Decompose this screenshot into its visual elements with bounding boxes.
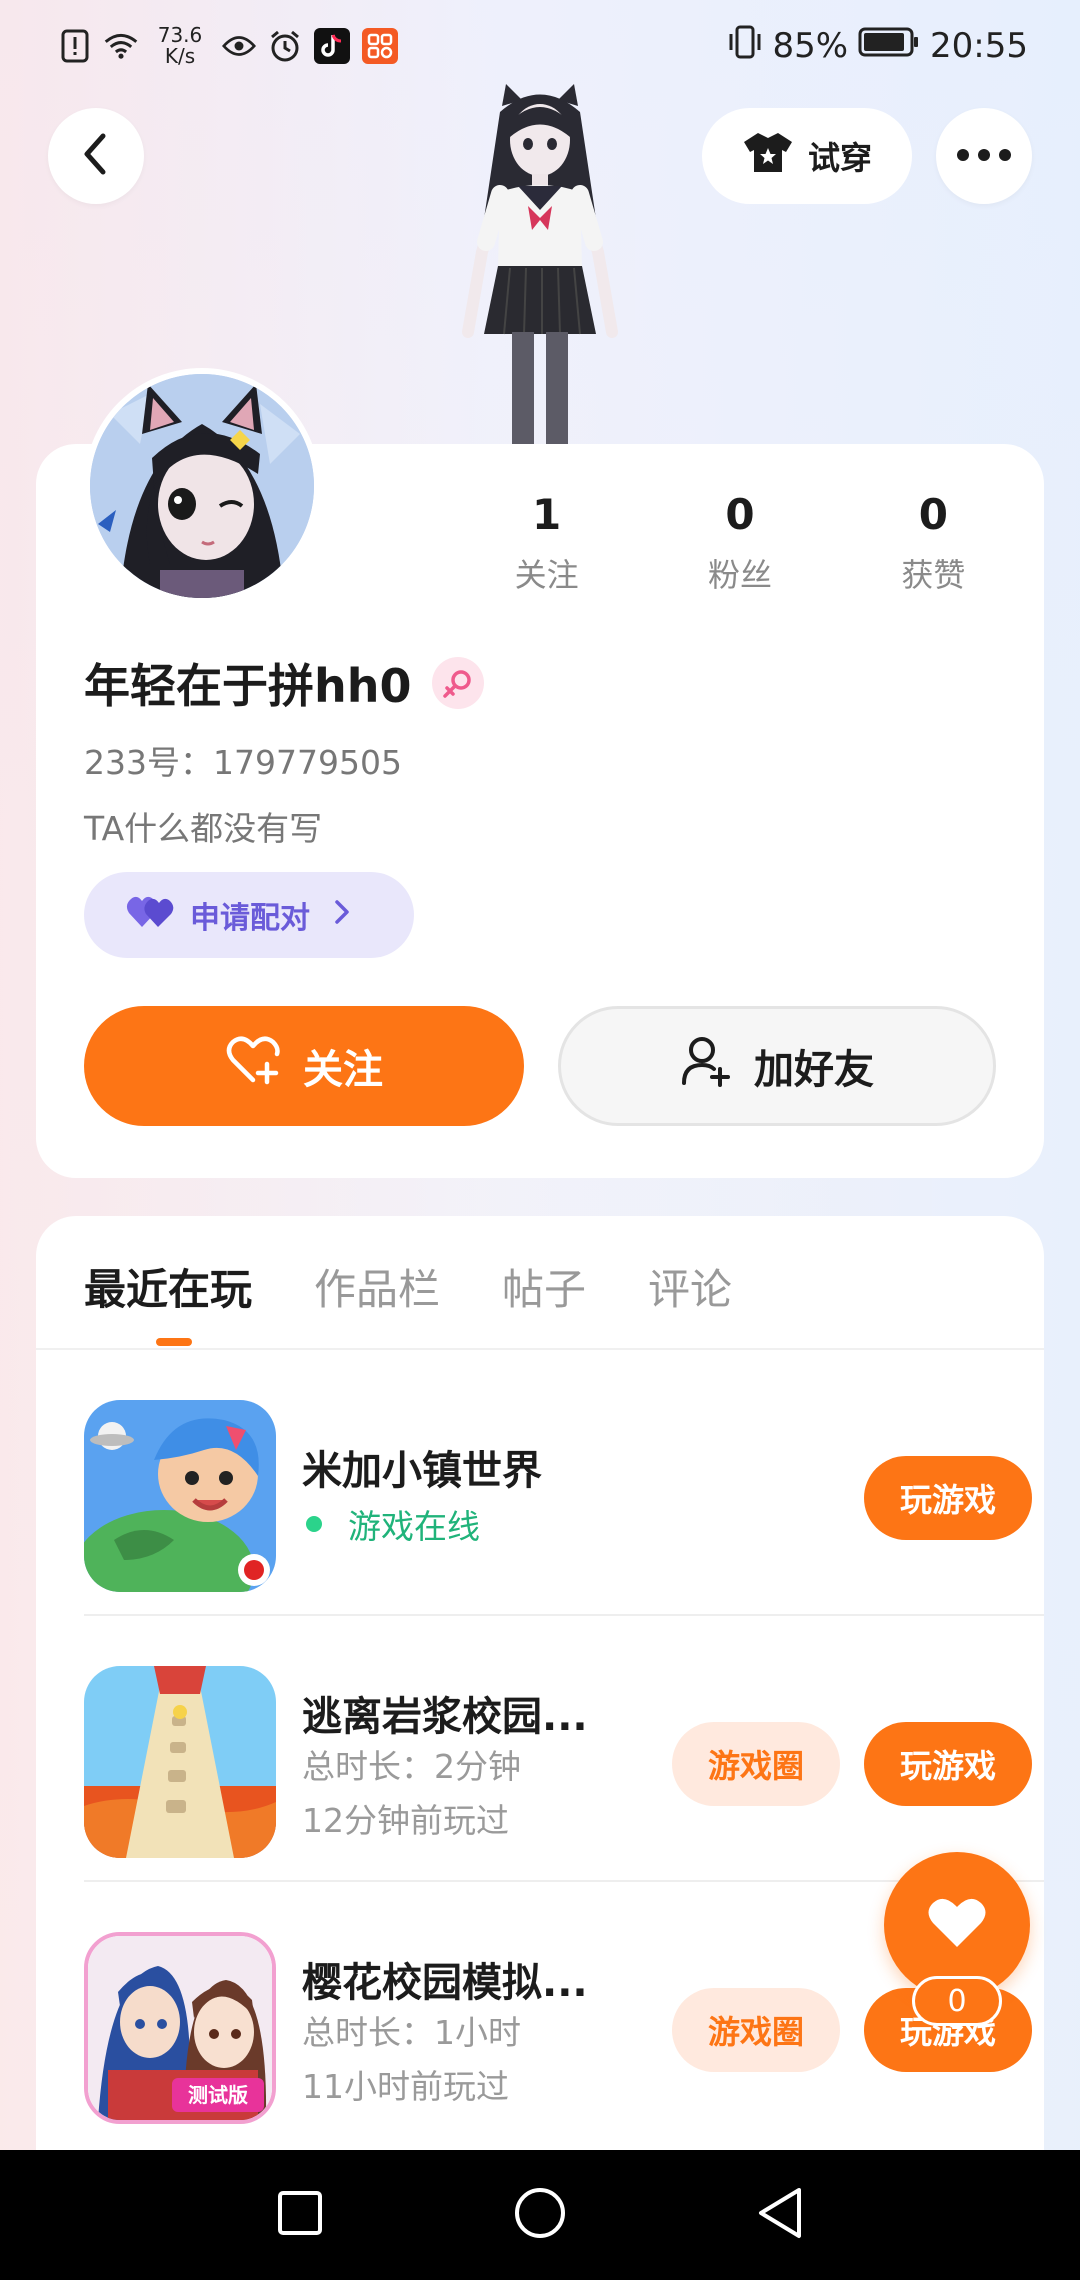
more-dots-icon [956,147,1012,166]
play-game-button[interactable]: 玩游戏 [864,1722,1032,1806]
user-id: 233号：179779505 [84,743,402,782]
like-count-badge: 0 [912,1976,1002,2026]
alert-icon [58,29,92,63]
last-played: 11小时前玩过 [302,2067,509,2106]
username-row: 年轻在于拼hh0 [84,650,484,716]
play-game-button[interactable]: 玩游戏 [864,1456,1032,1540]
status-bar: 73.6 K/s 85% 20:55 [0,0,1080,92]
game-icon[interactable]: 测试版 [84,1932,276,2124]
stat-value: 0 [918,490,948,539]
stat-following[interactable]: 1 关注 [450,490,643,596]
play-duration: 总时长：2分钟 [302,1747,521,1786]
stat-label: 获赞 [901,556,966,594]
tab-bar: 最近在玩 作品栏 帖子 评论 [84,1256,732,1317]
try-on-button[interactable]: 试穿 [702,108,912,204]
online-status: 游戏在线 [302,1500,480,1548]
stats-row: 1 关注 0 粉丝 0 获赞 [450,490,1030,596]
stat-value: 0 [725,490,755,539]
battery-icon [858,26,920,67]
double-heart-icon [126,893,176,937]
game-circle-button[interactable]: 游戏圈 [672,1988,840,2072]
alarm-icon [268,29,302,63]
vibrate-icon [728,24,762,69]
try-on-label: 试穿 [807,139,872,177]
svg-text:测试版: 测试版 [188,2083,248,2107]
play-duration: 总时长：1小时 [302,2013,521,2052]
more-button[interactable] [936,108,1032,204]
game-title: 米加小镇世界 [302,1448,542,1494]
square-icon [276,2189,324,2241]
eye-icon [222,29,256,63]
back-button[interactable] [48,108,144,204]
tiktok-app-icon [314,28,350,64]
game-row[interactable]: 逃离岩浆校园... 总时长：2分钟 12分钟前玩过 游戏圈 玩游戏 [84,1616,1044,1882]
female-icon [431,657,484,709]
game-row[interactable]: 米加小镇世界 游戏在线 玩游戏 [84,1350,1044,1616]
last-played: 12分钟前玩过 [302,1801,509,1840]
tab-posts[interactable]: 帖子 [502,1256,586,1317]
user-bio: TA什么都没有写 [84,809,323,848]
tab-works[interactable]: 作品栏 [314,1256,440,1317]
username: 年轻在于拼hh0 [84,659,412,713]
clock-time: 20:55 [930,26,1028,66]
shirt-icon [742,130,794,182]
stat-fans[interactable]: 0 粉丝 [643,490,836,596]
tab-recent[interactable]: 最近在玩 [84,1256,252,1317]
avatar-character-figure[interactable] [430,82,650,448]
game-title: 樱花校园模拟... [302,1960,588,2006]
follow-button[interactable]: 关注 [84,1006,524,1126]
circle-icon [513,2186,567,2244]
online-status-label: 游戏在线 [348,1507,480,1546]
heart-icon [926,1895,988,1955]
follow-label: 关注 [303,1047,383,1093]
apply-match-button[interactable]: 申请配对 [84,872,414,958]
game-title: 逃离岩浆校园... [302,1694,588,1740]
net-speed: 73.6 K/s [157,23,203,68]
stat-label: 粉丝 [707,556,772,594]
chevron-right-icon [334,898,350,933]
back-nav-button[interactable] [750,2185,810,2245]
back-arrow-icon [81,132,111,180]
add-friend-button[interactable]: 加好友 [558,1006,996,1126]
triangle-back-icon [755,2186,805,2244]
home-button[interactable] [510,2185,570,2245]
add-user-icon [680,1035,732,1097]
app-notification-icon [362,28,398,64]
active-tab-indicator [156,1338,192,1346]
avatar[interactable] [84,368,320,604]
stat-likes[interactable]: 0 获赞 [837,490,1030,596]
game-icon[interactable] [84,1400,276,1592]
heart-plus-icon [225,1036,281,1096]
recents-button[interactable] [270,2185,330,2245]
stat-label: 关注 [514,556,579,594]
online-dot-icon [306,1516,322,1532]
tab-comments[interactable]: 评论 [648,1256,732,1317]
game-icon[interactable] [84,1666,276,1858]
wifi-icon [104,29,138,63]
recent-games-card: 最近在玩 作品栏 帖子 评论 米加小镇世界 游戏在线 玩游戏 逃离岩浆校园...… [36,1216,1044,2156]
stat-value: 1 [532,490,562,539]
battery-percent: 85% [772,26,849,66]
add-friend-label: 加好友 [754,1047,874,1093]
system-nav-bar [0,2150,1080,2280]
apply-match-label: 申请配对 [190,901,310,936]
game-circle-button[interactable]: 游戏圈 [672,1722,840,1806]
